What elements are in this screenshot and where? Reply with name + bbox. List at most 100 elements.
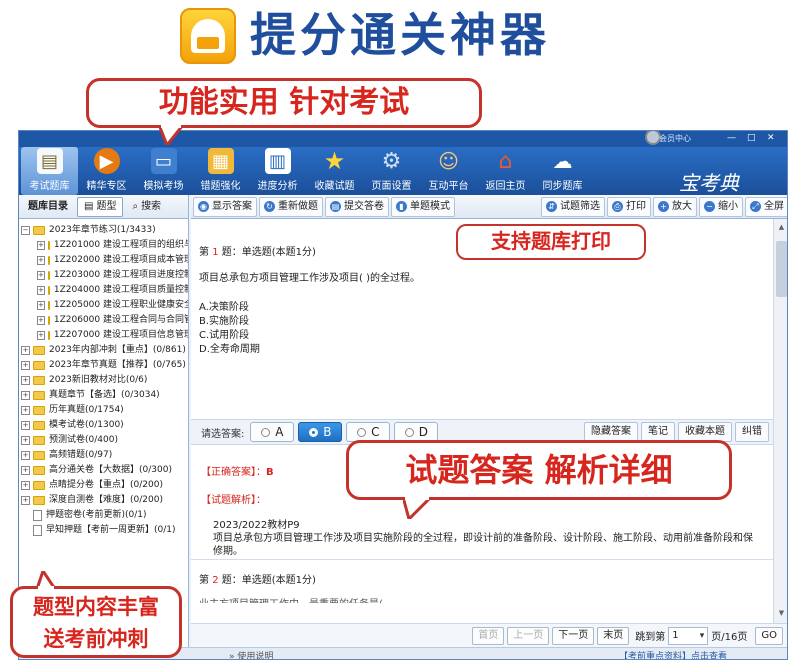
page-select[interactable]: 1 [668, 626, 709, 645]
report-error-button[interactable]: 纠错 [735, 422, 769, 442]
help-link[interactable]: » 使用说明 [229, 649, 273, 659]
expand-icon[interactable]: + [21, 391, 30, 400]
radio-icon [261, 427, 271, 437]
folder-icon [33, 391, 45, 400]
redo-button[interactable]: ↻ 重新做题 [259, 196, 323, 217]
bar-chart-icon: ▥ [264, 148, 291, 174]
answer-choice-b[interactable]: B [298, 422, 343, 442]
filter-button[interactable]: ⇵ 试题筛选 [541, 196, 605, 217]
close-icon[interactable]: ✕ [767, 133, 775, 143]
hide-answer-button[interactable]: 隐藏答案 [584, 422, 638, 442]
favorite-question-button[interactable]: 收藏本题 [678, 422, 732, 442]
expand-icon[interactable]: + [21, 466, 30, 475]
folder-icon [47, 331, 50, 340]
expand-icon[interactable]: + [37, 301, 45, 310]
expand-icon[interactable]: + [21, 496, 30, 505]
callout-tail-icon [159, 125, 183, 145]
notes-button[interactable]: 笔记 [641, 422, 675, 442]
expand-icon[interactable]: + [37, 286, 45, 295]
folder-icon [33, 466, 45, 475]
option-a: A.决策阶段 [199, 302, 249, 313]
maximize-icon[interactable]: □ [747, 133, 756, 143]
toolbar-favorites[interactable]: ★ 收藏试题 [306, 147, 363, 195]
tree-item[interactable]: +1Z205000 建设工程职业健康安全 [21, 298, 188, 313]
tree-item-label: 1Z207000 建设工程项目信息管理 [53, 330, 189, 340]
tree-item[interactable]: + 高频错题(0/97) [21, 448, 188, 463]
expand-icon[interactable]: + [37, 241, 45, 250]
tab-question-type[interactable]: ▤ 题型 [77, 196, 124, 217]
toolbar-interactive[interactable]: ☺ 互动平台 [420, 147, 477, 195]
first-page-button[interactable]: 首页 [472, 626, 505, 645]
folder-icon [33, 346, 45, 355]
expand-icon[interactable]: + [21, 481, 30, 490]
tree-item[interactable]: + 预测试卷(0/400) [21, 433, 188, 448]
key-materials-link[interactable]: 【考前重点资料】点击查看 [619, 649, 727, 659]
go-button[interactable]: GO [755, 626, 783, 645]
expand-icon[interactable]: + [21, 376, 30, 385]
vertical-scrollbar[interactable]: ▲ ▼ [773, 219, 787, 623]
tree-item[interactable]: − 2023年章节练习(1/3433) [21, 223, 188, 238]
toolbar-wrong-questions[interactable]: ▦ 错题强化 [192, 147, 249, 195]
tree-item[interactable]: + 点睛提分卷【重点】(0/200) [21, 478, 188, 493]
toolbar-sync[interactable]: ☁ 同步题库 [534, 147, 591, 195]
expand-icon[interactable]: + [21, 421, 30, 430]
toolbar-mock-exam[interactable]: ▭ 模拟考场 [135, 147, 192, 195]
last-page-button[interactable]: 末页 [597, 626, 630, 645]
show-answer-button[interactable]: ◉ 显示答案 [193, 196, 257, 217]
single-mode-button[interactable]: ▮ 单题模式 [391, 196, 455, 217]
toolbar-premium-zone[interactable]: ▶ 精华专区 [78, 147, 135, 195]
expand-icon[interactable]: + [37, 331, 45, 340]
callout-tail-icon [403, 497, 431, 519]
cloud-sync-icon: ☁ [552, 149, 573, 173]
member-center-link[interactable]: 会员中心 [659, 133, 691, 144]
toolbar-page-settings[interactable]: ⚙ 页面设置 [363, 147, 420, 195]
toolbar-home[interactable]: ⌂ 返回主页 [477, 147, 534, 195]
answer-choice-a[interactable]: A [250, 422, 295, 442]
expand-icon[interactable]: + [37, 256, 45, 265]
toolbar-progress[interactable]: ▥ 进度分析 [249, 147, 306, 195]
tree-item[interactable]: +2023年章节真题【推荐】(0/765) [21, 358, 188, 373]
minimize-icon[interactable]: — [727, 133, 736, 143]
tree-item[interactable]: + 真题章节【备选】(0/3034) [21, 388, 188, 403]
tree-item[interactable]: +2023年内部冲刺【重点】(0/861) [21, 343, 188, 358]
tree-item[interactable]: 早知押题【考前一周更新】(0/1) [21, 523, 188, 538]
tree-item[interactable]: +1Z207000 建设工程项目信息管理 [21, 328, 188, 343]
callout-answer: 试题答案 解析详细 [346, 440, 732, 519]
tree-item[interactable]: +1Z202000 建设工程项目成本管理 [21, 253, 188, 268]
expand-icon[interactable]: + [37, 316, 45, 325]
expand-icon[interactable]: + [21, 406, 30, 415]
scroll-thumb[interactable] [776, 241, 787, 297]
tree-item[interactable]: + 模考试卷(0/1300) [21, 418, 188, 433]
expand-icon[interactable]: + [21, 436, 30, 445]
tree-item[interactable]: +2023新旧教材对比(0/6) [21, 373, 188, 388]
scroll-up-icon[interactable]: ▲ [776, 221, 787, 233]
expand-icon[interactable]: + [21, 346, 30, 355]
next-page-button[interactable]: 下一页 [552, 626, 595, 645]
collapse-icon[interactable]: − [21, 226, 30, 235]
tree-item[interactable]: 押题密卷(考前更新)(0/1) [21, 508, 188, 523]
print-button[interactable]: ⎙ 打印 [607, 196, 651, 217]
tree-item[interactable]: + 深度自测卷【难度】(0/200) [21, 493, 188, 508]
zoom-out-button[interactable]: − 缩小 [699, 196, 743, 217]
tab-catalog[interactable]: 题库目录 [21, 197, 75, 217]
tree-item[interactable]: +1Z203000 建设工程项目进度控制 [21, 268, 188, 283]
tab-search[interactable]: ⌕ 搜索 [125, 197, 168, 217]
scroll-down-icon[interactable]: ▼ [776, 607, 787, 619]
expand-icon[interactable]: + [21, 451, 30, 460]
answer-choice-c[interactable]: C [346, 422, 391, 442]
answer-choice-d[interactable]: D [394, 422, 439, 442]
fullscreen-button[interactable]: ⤢ 全屏 [745, 196, 787, 217]
tree-item[interactable]: + 历年真题(0/1754) [21, 403, 188, 418]
catalog-tree: −2023年章节练习(1/3433) +1Z201000 建设工程项目的组织与 +1… [19, 219, 188, 538]
zoom-in-button[interactable]: + 放大 [653, 196, 697, 217]
tree-item[interactable]: +1Z206000 建设工程合同与合同管 [21, 313, 188, 328]
prev-page-button[interactable]: 上一页 [507, 626, 550, 645]
tree-item[interactable]: + 高分通关卷【大数据】(0/300) [21, 463, 188, 478]
tree-item[interactable]: +1Z204000 建设工程项目质量控制 [21, 283, 188, 298]
toolbar-exam-bank[interactable]: ▤ 考试题库 [21, 147, 78, 195]
expand-icon[interactable]: + [21, 361, 30, 370]
submit-button[interactable]: ▤ 提交答卷 [325, 196, 389, 217]
expand-icon[interactable]: + [37, 271, 45, 280]
tree-item[interactable]: +1Z201000 建设工程项目的组织与 [21, 238, 188, 253]
book-icon: ▤ [36, 148, 63, 174]
